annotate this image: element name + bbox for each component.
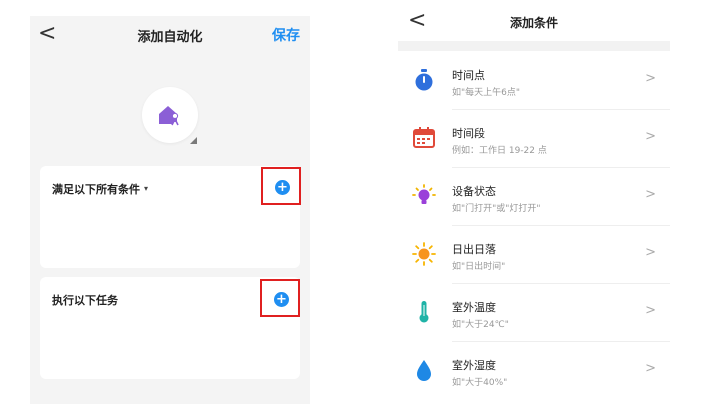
list-item-device-state[interactable]: 设备状态 如"门打开"或"灯打开" > (398, 167, 670, 225)
page-title: 添加自动化 (137, 30, 203, 45)
item-description: 如"大于24℃" (452, 320, 509, 330)
item-label: 室外湿度 (452, 359, 496, 372)
chevron-right-icon: > (645, 361, 656, 376)
conditions-card: 满足以下所有条件 ▾ + (40, 166, 301, 268)
item-description: 如"每天上午6点" (452, 88, 521, 98)
stopwatch-icon (415, 69, 433, 91)
item-label: 日出日落 (452, 243, 496, 256)
item-label: 时间点 (452, 69, 485, 82)
chevron-right-icon: > (645, 129, 656, 144)
thermometer-icon (419, 301, 429, 323)
save-button[interactable]: 保存 (272, 25, 300, 45)
condition-list: 时间点 如"每天上午6点" > 时间段 例如：工作日 19-22 点 > 设备状… (398, 51, 670, 399)
item-description: 如"大于40%" (452, 378, 508, 388)
chevron-right-icon: > (645, 187, 656, 202)
page-title: 添加条件 (509, 16, 558, 30)
conditions-title-text: 满足以下所有条件 (52, 183, 140, 196)
tasks-card: 执行以下任务 + (40, 277, 300, 379)
icon-edit-corner (190, 137, 197, 144)
list-item-outdoor-temperature[interactable]: 室外温度 如"大于24℃" > (398, 283, 670, 341)
item-description: 例如：工作日 19-22 点 (452, 146, 547, 156)
chevron-right-icon: > (645, 303, 656, 318)
add-task-highlight: + (260, 279, 300, 317)
water-drop-icon (417, 360, 431, 381)
list-item-outdoor-humidity[interactable]: 室外湿度 如"大于40%" > (398, 341, 670, 399)
add-automation-screen: < 添加自动化 保存 满足以下所有条件 ▾ + 执行以下任务 + (30, 16, 310, 404)
chevron-down-icon: ▾ (144, 184, 149, 193)
lightbulb-icon (412, 184, 436, 204)
chevron-right-icon: > (645, 71, 656, 86)
list-item-sunrise-sunset[interactable]: 日出日落 如"日出时间" > (398, 225, 670, 283)
list-item-time-period[interactable]: 时间段 例如：工作日 19-22 点 > (398, 109, 670, 167)
item-label: 时间段 (452, 127, 485, 140)
chevron-right-icon: > (645, 245, 656, 260)
add-condition-highlight: + (261, 167, 301, 205)
automation-icon-button[interactable] (142, 87, 198, 143)
add-condition-screen: < 添加条件 时间点 如"每天上午6点" > 时间段 例如：工作日 19-22 … (398, 0, 670, 419)
calendar-icon (413, 127, 435, 148)
conditions-title[interactable]: 满足以下所有条件 ▾ (52, 181, 148, 197)
section-divider (398, 41, 670, 51)
item-label: 室外温度 (452, 301, 496, 314)
item-description: 如"日出时间" (452, 262, 506, 272)
item-description: 如"门打开"或"灯打开" (452, 204, 541, 214)
item-label: 设备状态 (452, 185, 496, 198)
add-task-button[interactable]: + (274, 292, 289, 307)
tasks-title: 执行以下任务 (52, 294, 118, 307)
sun-icon (412, 242, 436, 266)
list-item-time-point[interactable]: 时间点 如"每天上午6点" > (398, 51, 670, 109)
header: < 添加自动化 保存 (30, 16, 310, 52)
home-person-icon (159, 106, 179, 126)
add-condition-button[interactable]: + (275, 180, 290, 195)
